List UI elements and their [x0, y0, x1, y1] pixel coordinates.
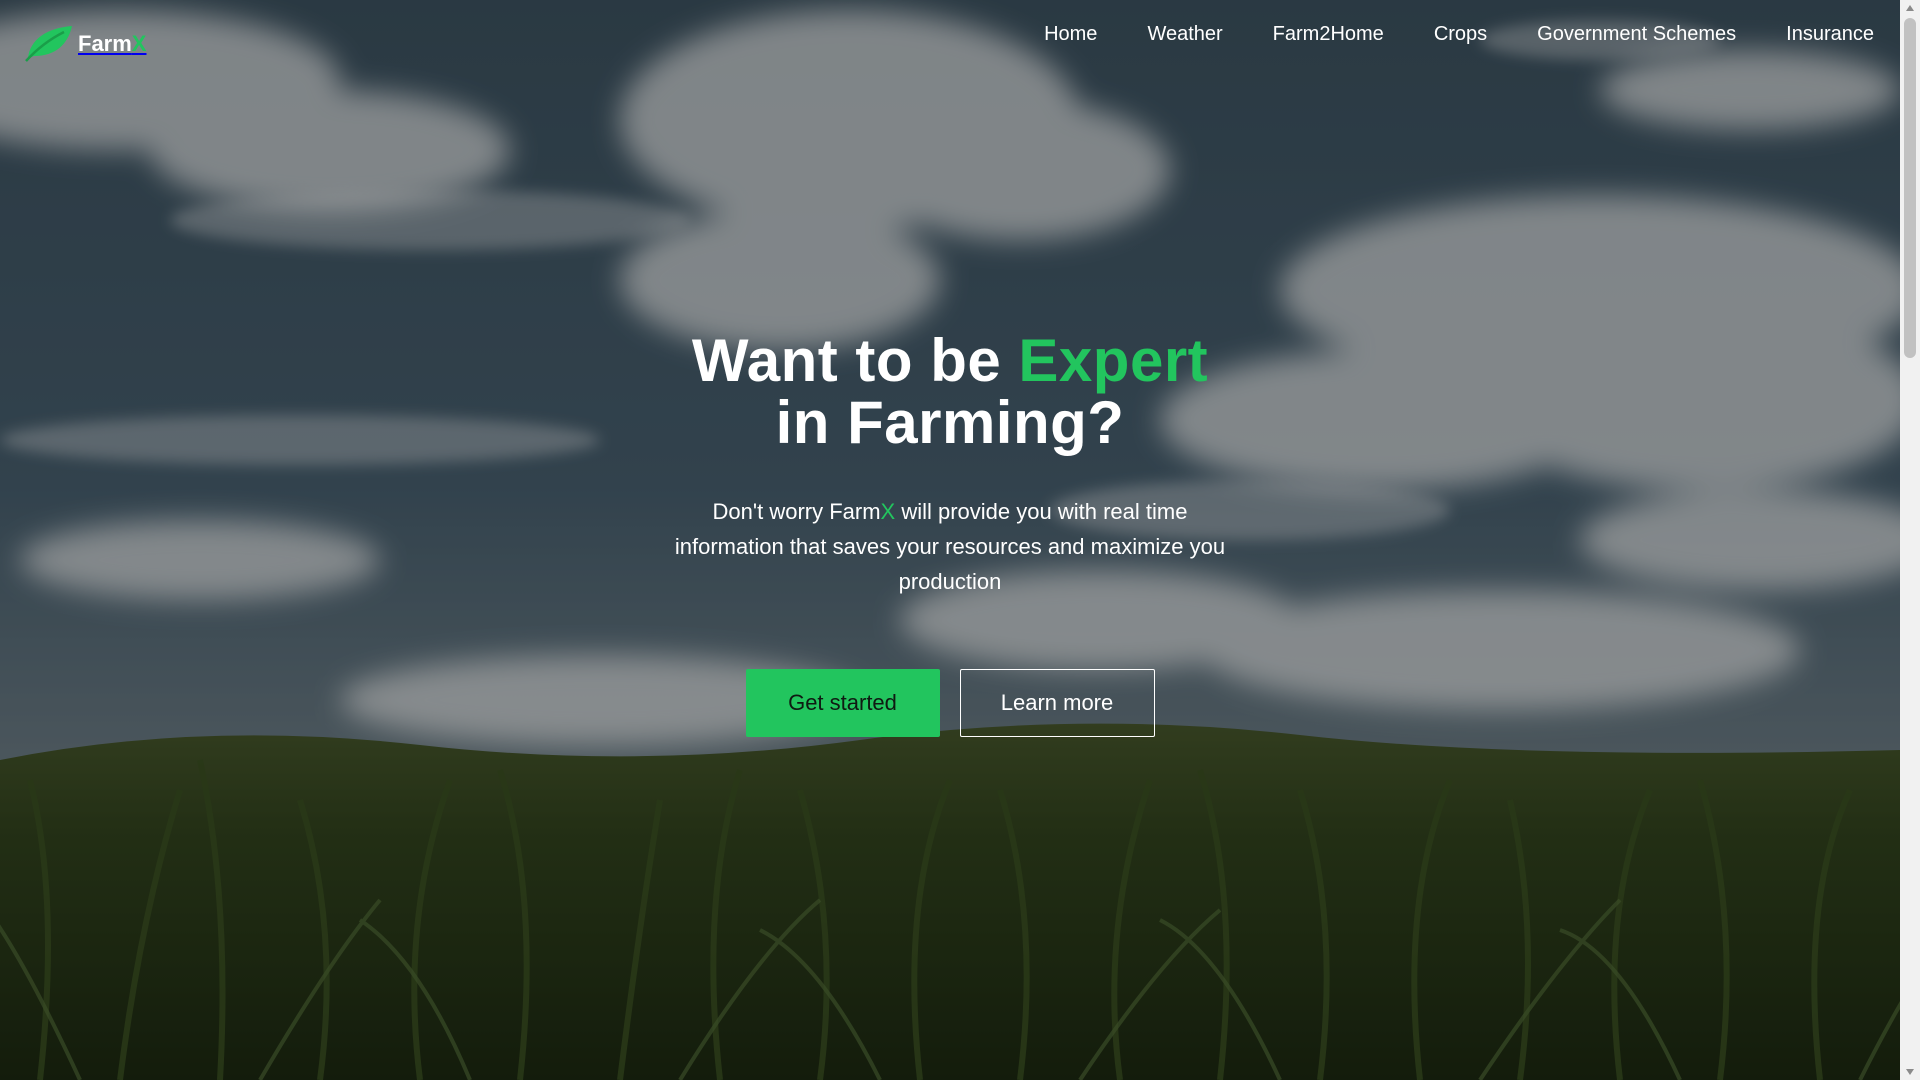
- brand-name-accent: X: [131, 31, 147, 56]
- get-started-button[interactable]: Get started: [745, 669, 940, 737]
- nav-item-insurance: Insurance: [1786, 23, 1874, 46]
- hero-actions: Get started Learn more: [0, 669, 1900, 737]
- brand-logo-link[interactable]: FarmX: [24, 22, 146, 62]
- scrollbar-thumb[interactable]: [1904, 18, 1916, 358]
- scroll-down-arrow-icon[interactable]: [1900, 1064, 1920, 1080]
- nav-link-government-schemes[interactable]: Government Schemes: [1537, 23, 1736, 45]
- scroll-up-arrow-icon[interactable]: [1900, 0, 1920, 16]
- hero-title-accent: Expert: [1018, 327, 1209, 394]
- nav-link-farm2home[interactable]: Farm2Home: [1273, 23, 1384, 45]
- hero-subtitle-part1: Don't worry Farm: [712, 499, 881, 524]
- browser-viewport: FarmX Home Weather Farm2Home Crops Gover…: [0, 0, 1920, 1080]
- nav-item-weather: Weather: [1147, 23, 1222, 46]
- top-navbar: FarmX Home Weather Farm2Home Crops Gover…: [0, 0, 1900, 90]
- nav-link-crops[interactable]: Crops: [1434, 23, 1487, 45]
- hero-section: Want to be Expert in Farming? Don't worr…: [0, 330, 1900, 737]
- leaf-icon: [25, 26, 72, 62]
- nav-link-insurance[interactable]: Insurance: [1786, 23, 1874, 45]
- hero-title-part1: Want to be: [691, 327, 1019, 394]
- nav-link-weather[interactable]: Weather: [1147, 23, 1222, 45]
- hero-subtitle: Don't worry FarmX will provide you with …: [660, 494, 1240, 599]
- nav-item-farm2home: Farm2Home: [1273, 23, 1384, 46]
- landing-page: FarmX Home Weather Farm2Home Crops Gover…: [0, 0, 1900, 1080]
- hero-title-part2: in Farming?: [775, 389, 1125, 456]
- learn-more-button[interactable]: Learn more: [959, 669, 1155, 737]
- nav-item-crops: Crops: [1434, 23, 1487, 46]
- hero-title: Want to be Expert in Farming?: [0, 330, 1900, 454]
- nav-menu: Home Weather Farm2Home Crops Government …: [994, 23, 1874, 46]
- vertical-scrollbar[interactable]: [1900, 0, 1920, 1080]
- nav-link-home[interactable]: Home: [1044, 23, 1097, 45]
- nav-item-home: Home: [1044, 23, 1097, 46]
- brand-name: FarmX: [78, 31, 146, 57]
- brand-name-main: Farm: [78, 31, 132, 56]
- nav-item-government-schemes: Government Schemes: [1537, 23, 1736, 46]
- hero-subtitle-accent: X: [880, 499, 896, 524]
